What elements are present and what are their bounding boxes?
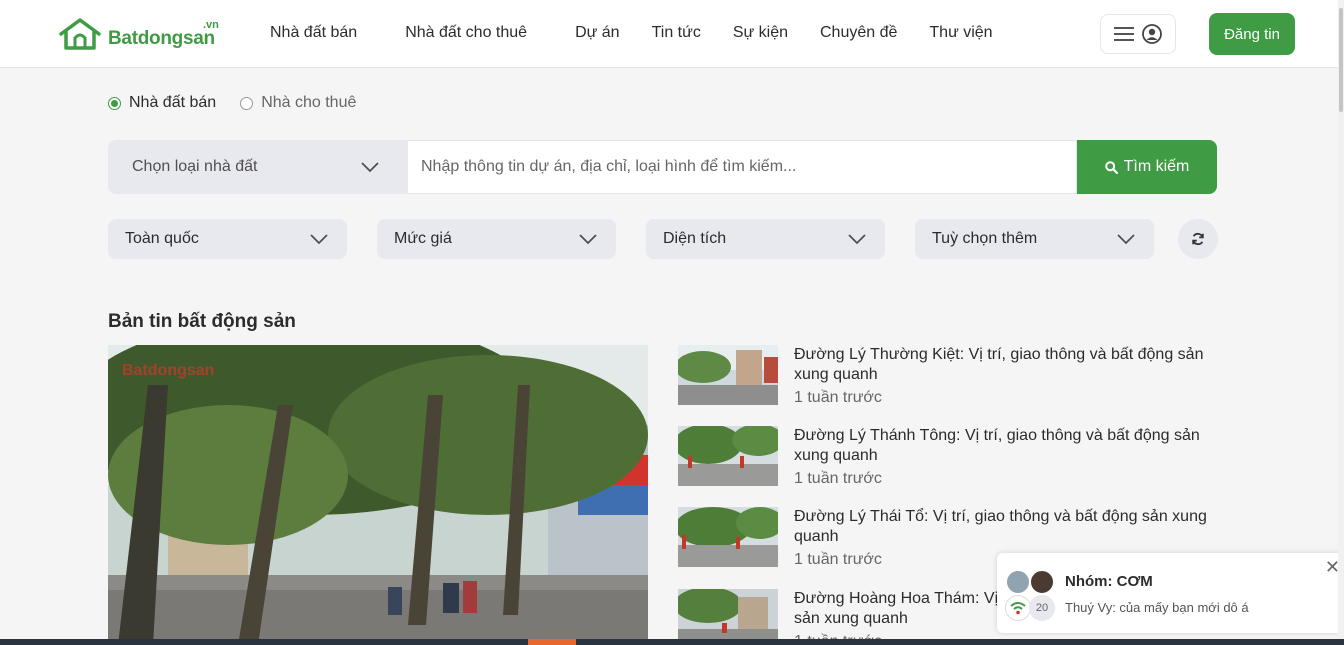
logo-tld: .vn: [203, 19, 219, 31]
filter-label: Tuỳ chọn thêm: [932, 230, 1038, 247]
hamburger-icon: [1114, 27, 1134, 41]
property-type-select[interactable]: Chọn loại nhà đất: [108, 140, 408, 194]
nav-item-thu-vien[interactable]: Thư viện: [929, 24, 992, 42]
nav-item-nha-dat-ban[interactable]: Nhà đất bán: [270, 24, 357, 42]
post-listing-button[interactable]: Đăng tin: [1209, 13, 1295, 55]
chevron-down-icon: [1117, 234, 1135, 245]
news-list-item[interactable]: Đường Lý Thường Kiệt: Vị trí, giao thông…: [678, 345, 1238, 415]
news-headline[interactable]: Đường Lý Thường Kiệt: Vị trí, giao thông…: [794, 345, 1214, 385]
radio-label: Nhà cho thuê: [261, 94, 357, 111]
filter-label: Diện tích: [663, 230, 727, 247]
radio-option-sale[interactable]: Nhà đất bán: [108, 94, 216, 112]
radio-unchecked[interactable]: [240, 96, 254, 110]
member-count-badge: 20: [1029, 595, 1055, 621]
taskbar-strip: [0, 639, 1344, 645]
filter-price[interactable]: Mức giá: [377, 219, 616, 259]
nav-item-tin-tuc[interactable]: Tin tức: [652, 24, 701, 42]
avatar: [1005, 569, 1031, 595]
logo-text: Batdongsan: [108, 28, 215, 49]
chevron-down-icon: [579, 234, 597, 245]
chevron-down-icon: [310, 234, 328, 245]
filter-label: Mức giá: [394, 230, 452, 247]
filter-area[interactable]: Diện tích: [646, 219, 885, 259]
listing-mode-toggle: Nhà đất bán Nhà cho thuê: [108, 94, 356, 112]
news-text: Đường Lý Thường Kiệt: Vị trí, giao thông…: [794, 345, 1214, 407]
news-timestamp: 1 tuần trước: [794, 389, 882, 406]
news-list-item[interactable]: Đường Lý Thánh Tông: Vị trí, giao thông …: [678, 426, 1238, 496]
street-photo: Batdongsan: [108, 345, 648, 645]
news-headline[interactable]: Đường Lý Thánh Tông: Vị trí, giao thông …: [794, 426, 1214, 466]
nav-item-du-an[interactable]: Dự án: [575, 24, 620, 42]
group-avatar: [1005, 595, 1031, 621]
wifi-icon: [1010, 602, 1026, 615]
page-scrollbar[interactable]: [1338, 0, 1344, 645]
search-icon: [1104, 160, 1118, 174]
house-logo-icon: [59, 18, 101, 50]
refresh-icon: [1192, 232, 1204, 246]
avatar: [1029, 569, 1055, 595]
news-thumbnail: [678, 426, 778, 486]
chevron-down-icon: [848, 234, 866, 245]
news-text: Đường Lý Thánh Tông: Vị trí, giao thông …: [794, 426, 1214, 488]
featured-news-image[interactable]: Batdongsan: [108, 345, 648, 645]
chevron-down-icon: [361, 162, 379, 173]
section-title: Bản tin bất động sản: [108, 311, 296, 332]
svg-text:Batdongsan: Batdongsan: [122, 362, 214, 379]
search-input[interactable]: [408, 140, 1077, 194]
scrollbar-thumb[interactable]: [1339, 8, 1343, 112]
radio-label: Nhà đất bán: [129, 94, 217, 111]
chat-message-preview: Thuý Vy: của mấy bạn mới dô á: [1065, 600, 1249, 615]
filter-more-options[interactable]: Tuỳ chọn thêm: [915, 219, 1154, 259]
search-bar: Chọn loại nhà đất Tìm kiếm: [108, 140, 1217, 194]
account-menu-button[interactable]: [1100, 14, 1176, 54]
news-headline[interactable]: Đường Lý Thái Tổ: Vị trí, giao thông và …: [794, 507, 1214, 547]
reset-filters-button[interactable]: [1178, 219, 1218, 259]
news-timestamp: 1 tuần trước: [794, 470, 882, 487]
nav-item-chuyen-de[interactable]: Chuyên đề: [820, 24, 897, 42]
radio-option-rent[interactable]: Nhà cho thuê: [240, 94, 356, 112]
site-logo[interactable]: Batdongsan .vn: [58, 16, 223, 52]
search-button-label: Tìm kiếm: [1123, 158, 1190, 175]
chat-group-name: Nhóm: CƠM: [1065, 573, 1153, 590]
main-nav: Nhà đất bán Nhà đất cho thuê Dự án Tin t…: [270, 24, 993, 42]
site-header: Batdongsan .vn Nhà đất bán Nhà đất cho t…: [0, 0, 1338, 68]
property-type-value: Chọn loại nhà đất: [132, 158, 258, 175]
radio-checked[interactable]: [108, 96, 121, 110]
filter-location[interactable]: Toàn quốc: [108, 219, 347, 259]
nav-item-nha-dat-cho-thue[interactable]: Nhà đất cho thuê: [405, 24, 527, 42]
taskbar-active-segment: [528, 639, 576, 645]
news-thumbnail: [678, 345, 778, 405]
news-thumbnail: [678, 507, 778, 567]
search-button[interactable]: Tìm kiếm: [1077, 140, 1217, 194]
nav-item-su-kien[interactable]: Sự kiện: [733, 24, 788, 42]
chat-notification[interactable]: ✕ 20 Nhóm: CƠM Thuý Vy: của mấy bạn mới …: [997, 553, 1344, 633]
filter-label: Toàn quốc: [125, 230, 199, 247]
news-thumbnail: [678, 589, 778, 645]
user-circle-icon: [1142, 24, 1162, 44]
